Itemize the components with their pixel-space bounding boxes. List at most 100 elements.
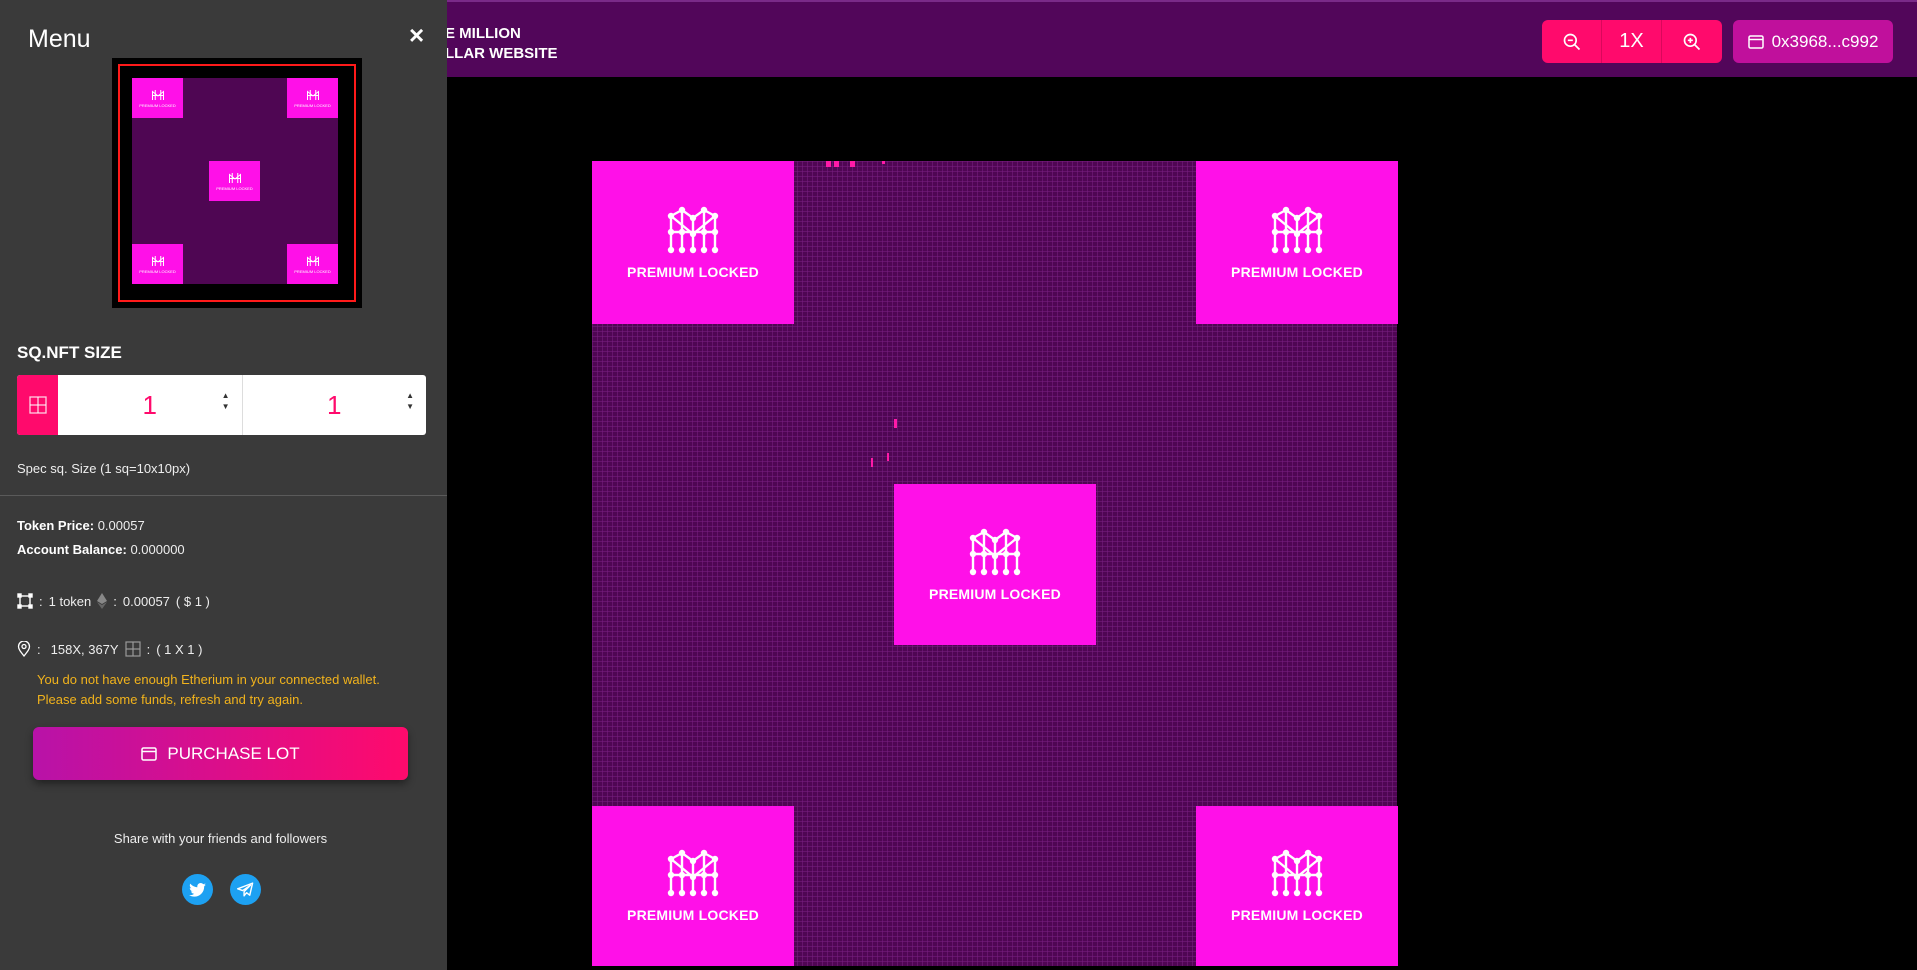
chevron-up-icon[interactable]: ▲ bbox=[406, 391, 414, 400]
premium-label: PREMIUM LOCKED bbox=[929, 585, 1061, 602]
spec-size-note: Spec sq. Size (1 sq=10x10px) bbox=[17, 461, 191, 476]
premium-block-top-left[interactable]: PREMIUM LOCKED bbox=[592, 161, 794, 324]
usd-cost: ( $ 1 ) bbox=[175, 593, 210, 609]
colon: : bbox=[37, 641, 41, 657]
width-stepper-arrows[interactable]: ▲ ▼ bbox=[222, 391, 230, 411]
balance-label: Account Balance: bbox=[17, 542, 127, 557]
warning-line-1: You do not have enough Etherium in your … bbox=[37, 672, 380, 687]
colon: : bbox=[146, 641, 151, 657]
sold-pixel[interactable] bbox=[826, 161, 831, 167]
location-pin-icon bbox=[17, 641, 31, 657]
premium-logo-icon bbox=[667, 206, 719, 253]
chevron-down-icon[interactable]: ▼ bbox=[222, 402, 230, 411]
minimap-premium-label: PREMIUM LOCKED bbox=[139, 268, 176, 274]
balance-value: 0.000000 bbox=[130, 542, 185, 557]
zoom-out-button[interactable] bbox=[1542, 20, 1602, 63]
premium-logo-icon bbox=[306, 89, 319, 100]
size-title: SQ.NFT SIZE bbox=[17, 343, 122, 362]
colon: : bbox=[113, 593, 117, 609]
minimap-premium-label: PREMIUM LOCKED bbox=[294, 268, 331, 274]
premium-label: PREMIUM LOCKED bbox=[1231, 263, 1363, 280]
grid-icon bbox=[124, 641, 141, 657]
height-stepper-arrows[interactable]: ▲ ▼ bbox=[406, 391, 414, 411]
premium-label: PREMIUM LOCKED bbox=[627, 263, 759, 280]
token-price-row: Token Price: 0.00057 bbox=[17, 518, 145, 533]
chevron-up-icon[interactable]: ▲ bbox=[222, 391, 230, 400]
premium-label: PREMIUM LOCKED bbox=[627, 907, 759, 923]
premium-logo-icon bbox=[969, 528, 1021, 575]
zoom-out-icon bbox=[1563, 33, 1580, 50]
close-icon[interactable]: × bbox=[409, 20, 424, 51]
wallet-button[interactable]: 0x3968...c992 bbox=[1733, 20, 1893, 63]
wallet-icon bbox=[141, 746, 158, 761]
zoom-in-icon bbox=[1683, 33, 1701, 50]
token-price-label: Token Price: bbox=[17, 518, 95, 533]
premium-logo-icon bbox=[667, 849, 719, 897]
brand-line-1: E MILLION bbox=[445, 25, 521, 42]
brand-line-2: LLAR WEBSITE bbox=[445, 45, 558, 62]
share-text: Share with your friends and followers bbox=[113, 831, 328, 846]
telegram-share-button[interactable] bbox=[230, 874, 261, 905]
pixel-canvas[interactable]: PREMIUM LOCKED PREMIUM LOCKED PREMIUM LO… bbox=[592, 161, 1398, 966]
minimap-premium-label: PREMIUM LOCKED bbox=[216, 185, 253, 191]
sold-pixel[interactable] bbox=[871, 458, 873, 467]
cost-row: : 1 token : 0.00057 ( $ 1 ) bbox=[17, 593, 210, 609]
token-price-value: 0.00057 bbox=[97, 518, 145, 533]
zoom-controls: 1X bbox=[1542, 20, 1722, 63]
sold-pixel[interactable] bbox=[850, 161, 855, 167]
coords-value: 158X, 367Y bbox=[50, 641, 119, 657]
premium-block-bottom-left[interactable]: PREMIUM LOCKED bbox=[592, 806, 794, 966]
minimap-premium-block: PREMIUM LOCKED bbox=[132, 244, 183, 284]
minimap-premium-block: PREMIUM LOCKED bbox=[287, 78, 338, 118]
sold-pixel[interactable] bbox=[882, 161, 885, 164]
minimap-premium-label: PREMIUM LOCKED bbox=[139, 102, 176, 108]
premium-logo-icon bbox=[306, 255, 319, 266]
wallet-icon bbox=[1747, 34, 1764, 49]
chevron-down-icon[interactable]: ▼ bbox=[406, 402, 414, 411]
size-inputs: 1 ▲ ▼ 1 ▲ ▼ bbox=[17, 375, 426, 435]
premium-logo-icon bbox=[228, 172, 241, 183]
premium-logo-icon bbox=[1271, 849, 1323, 897]
telegram-icon bbox=[237, 882, 254, 897]
height-value: 1 bbox=[327, 389, 342, 420]
premium-label: PREMIUM LOCKED bbox=[1231, 907, 1363, 923]
ethereum-icon bbox=[97, 593, 108, 609]
height-stepper[interactable]: 1 ▲ ▼ bbox=[243, 375, 427, 435]
sold-pixel[interactable] bbox=[834, 161, 839, 167]
premium-block-center[interactable]: PREMIUM LOCKED bbox=[894, 484, 1096, 645]
width-value: 1 bbox=[142, 389, 157, 420]
token-count: 1 token bbox=[48, 593, 92, 609]
minimap-canvas: PREMIUM LOCKED PREMIUM LOCKED PREMIUM LO… bbox=[132, 78, 338, 284]
premium-logo-icon bbox=[1271, 206, 1323, 253]
minimap-premium-block: PREMIUM LOCKED bbox=[287, 244, 338, 284]
premium-logo-icon bbox=[151, 89, 164, 100]
zoom-in-button[interactable] bbox=[1662, 20, 1722, 63]
balance-row: Account Balance: 0.000000 bbox=[17, 542, 185, 557]
twitter-icon bbox=[189, 882, 206, 897]
dims-value: ( 1 X 1 ) bbox=[156, 641, 203, 657]
location-row: : 158X, 367Y : ( 1 X 1 ) bbox=[17, 641, 202, 657]
premium-block-top-right[interactable]: PREMIUM LOCKED bbox=[1196, 161, 1398, 324]
sold-pixel[interactable] bbox=[894, 419, 897, 428]
minimap-premium-block: PREMIUM LOCKED bbox=[132, 78, 183, 118]
minimap[interactable]: PREMIUM LOCKED PREMIUM LOCKED PREMIUM LO… bbox=[112, 58, 362, 308]
width-stepper[interactable]: 1 ▲ ▼ bbox=[58, 375, 243, 435]
insufficient-funds-warning: You do not have enough Etherium in your … bbox=[37, 670, 417, 710]
sold-pixel[interactable] bbox=[887, 453, 889, 461]
colon: : bbox=[39, 593, 43, 609]
app-root: E MILLION LLAR WEBSITE 1X 0x3968...c992 bbox=[0, 0, 1917, 970]
site-brand[interactable]: E MILLION LLAR WEBSITE bbox=[445, 24, 558, 64]
purchase-lot-label: PURCHASE LOT bbox=[167, 743, 300, 763]
minimap-premium-label: PREMIUM LOCKED bbox=[294, 102, 331, 108]
menu-title: Menu bbox=[28, 25, 91, 53]
wallet-address: 0x3968...c992 bbox=[1771, 31, 1879, 51]
menu-sidebar: Menu × PREMIUM LOCKED PREMIUM LOCKED PRE… bbox=[0, 0, 447, 970]
purchase-lot-button[interactable]: PURCHASE LOT bbox=[33, 727, 408, 780]
grid-icon bbox=[17, 375, 58, 435]
divider bbox=[0, 495, 447, 496]
square-select-icon bbox=[17, 593, 33, 609]
premium-logo-icon bbox=[151, 255, 164, 266]
zoom-level-button[interactable]: 1X bbox=[1602, 20, 1662, 63]
premium-block-bottom-right[interactable]: PREMIUM LOCKED bbox=[1196, 806, 1398, 966]
twitter-share-button[interactable] bbox=[182, 874, 213, 905]
